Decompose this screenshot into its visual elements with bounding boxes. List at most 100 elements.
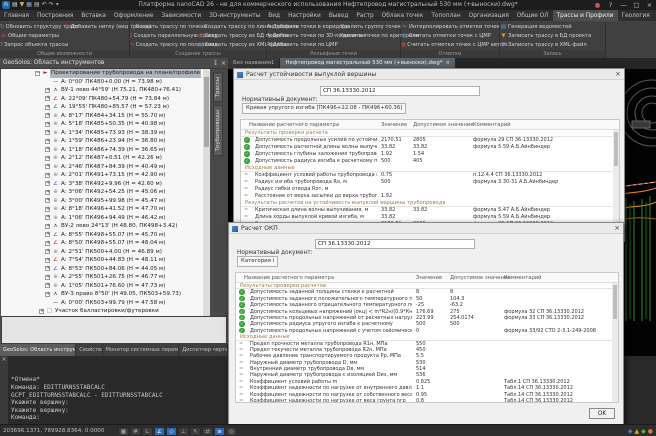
- table-scrollbar[interactable]: [612, 283, 618, 402]
- ribbon-button[interactable]: ✎Создать трассу по полилинии: [130, 41, 199, 50]
- palette-side-tab[interactable]: Трубопроводы: [213, 105, 223, 156]
- tree-expander[interactable]: +: [45, 292, 50, 297]
- tree-expander[interactable]: +: [45, 283, 50, 288]
- ribbon-button[interactable]: ✎Создать трассу по точкам: [130, 23, 199, 32]
- tree-expander[interactable]: +: [45, 96, 50, 101]
- tree-item[interactable]: +∠А: 8°55' ПК498+55.07 (Н = 45.70 м): [1, 231, 203, 240]
- ribbon-button[interactable]: ↻Обновить структуру трасс: [0, 23, 65, 32]
- tree-item[interactable]: +∧ВУ-1 лево 44°59' (Н 75.21, ПК480+76.41…: [1, 86, 203, 95]
- tree-expander[interactable]: +: [45, 88, 50, 93]
- tree-item[interactable]: +⊕А: 1°59' ПК486+23.94 (Н = 36.80 м): [1, 137, 203, 146]
- palette-tab[interactable]: GeoSolos: Область инструментов: [0, 344, 76, 356]
- tree-expander[interactable]: +: [45, 122, 50, 127]
- shield-icon[interactable]: ◆: [641, 427, 646, 436]
- nanocad-logo[interactable]: n: [2, 1, 10, 9]
- ribbon-tab[interactable]: Общие ОЛ: [513, 10, 553, 21]
- tree-expander[interactable]: +: [39, 309, 44, 314]
- tree-expander[interactable]: +: [45, 266, 50, 271]
- ok-button[interactable]: OK: [589, 408, 615, 419]
- tree-expander[interactable]: +: [45, 207, 50, 212]
- ribbon-tab[interactable]: Зависимости: [157, 10, 205, 21]
- ribbon-tab[interactable]: Настройки: [284, 10, 325, 21]
- tree-item[interactable]: +∠А: 7°54' ПК500+44.83 (Н = 48.11 м): [1, 256, 203, 265]
- ribbon-tab[interactable]: Оформление: [110, 10, 158, 21]
- tree-item[interactable]: +∠А: 8°53' ПК500+84.06 (Н = 44.05 м): [1, 265, 203, 274]
- otrack-toggle[interactable]: ⊥: [178, 427, 189, 436]
- tool-palette-header[interactable]: GeoSolos: Область инструментов ↧ ×: [0, 58, 228, 69]
- tree-expander[interactable]: +: [45, 139, 50, 144]
- tree-item[interactable]: +∠А: 19°55' ПК480+85.57 (Н = 57.23 м): [1, 103, 203, 112]
- minimize-button[interactable]: —: [617, 0, 630, 10]
- tree-scrollbar-thumb[interactable]: [204, 77, 209, 147]
- snap-toggle[interactable]: #: [130, 427, 141, 436]
- tree-expander[interactable]: +: [45, 173, 50, 178]
- tree-item[interactable]: +∠А: 3°38' ПК492+9.96 (Н = 42.60 м): [1, 180, 203, 189]
- tree-item[interactable]: +⊕А: 8°17' ПК484+34.15 (Н = 55.70 м): [1, 112, 203, 121]
- tree-expander[interactable]: +: [45, 258, 50, 263]
- ribbon-button[interactable]: ▤Генерация ведомостей: [500, 23, 605, 32]
- notification-icon[interactable]: ●: [591, 0, 604, 10]
- table-scrollbar[interactable]: [613, 130, 619, 236]
- tree-scrollbar[interactable]: [203, 69, 210, 316]
- tree-item[interactable]: +⊕А: 2°55' ПК501+26.75 (Н = 46.77 м): [1, 273, 203, 282]
- tree-expander[interactable]: +: [45, 164, 50, 169]
- ribbon-button[interactable]: ×Удалить точки по критериям: [334, 32, 401, 41]
- ribbon-tab[interactable]: Вывод: [325, 10, 353, 21]
- ribbon-tab[interactable]: Организация: [465, 10, 513, 21]
- palette-tab[interactable]: Диспетчер чертежа: [179, 344, 228, 356]
- tree-expander[interactable]: +: [45, 156, 50, 161]
- norm-doc-field[interactable]: [315, 239, 475, 249]
- ribbon-tab[interactable]: Построения: [33, 10, 77, 21]
- dialog-stability-titlebar[interactable]: Расчет устойчивости выпуклой вершины ×: [234, 69, 624, 80]
- ribbon-button[interactable]: ≡Общие параметры: [0, 32, 65, 41]
- tree-item[interactable]: +⊕А: 2°46' ПК487+84.39 (Н = 40.49 м): [1, 163, 203, 172]
- ribbon-button[interactable]: ▦Считать отметки точек с ЦМР: [401, 32, 500, 41]
- ribbon-tab[interactable]: Вид: [264, 10, 284, 21]
- tree-expander[interactable]: +: [45, 147, 50, 152]
- update-icon[interactable]: ●: [648, 427, 653, 436]
- warning-icon[interactable]: ▲: [635, 427, 640, 436]
- curve-segment-button[interactable]: Кривая упругого изгиба [ПК496+22.08 - ПК…: [242, 103, 406, 114]
- tree-expander[interactable]: +: [45, 224, 50, 229]
- ribbon-tab[interactable]: Главная: [0, 10, 33, 21]
- tree-item[interactable]: —А: 0°00' ПК480+0.00 (Н = 73.98 м): [1, 78, 203, 87]
- ortho-toggle[interactable]: ∟: [142, 427, 153, 436]
- ribbon-button[interactable]: ✎Добавить точки по ЦМР: [267, 41, 334, 50]
- polar-toggle[interactable]: ∠: [154, 427, 165, 436]
- tree-expander[interactable]: +: [45, 241, 50, 246]
- qat-dropdown-icon[interactable]: ▾: [56, 0, 59, 10]
- close-icon[interactable]: ×: [614, 223, 620, 234]
- command-line-close-strip[interactable]: ×: [0, 356, 8, 424]
- tree-item[interactable]: +□Участок балластировки/футеровки: [1, 307, 203, 316]
- ribbon-button[interactable]: ▤Создать трассу из XML-файла: [199, 41, 268, 50]
- tree-expander[interactable]: +: [45, 198, 50, 203]
- ribbon-tab[interactable]: Растр: [352, 10, 377, 21]
- tree-item[interactable]: +⊕А: 1°06' ПК496+94.49 (Н = 46.42 м): [1, 214, 203, 223]
- ribbon-button[interactable]: ✎Добавить точки по 3D-полилинии: [267, 32, 334, 41]
- tree-item[interactable]: +⊕А: 5°18' ПК485+50.35 (Н = 40.98 м): [1, 120, 203, 129]
- grid-toggle[interactable]: ▦: [118, 427, 129, 436]
- ucs-toggle[interactable]: ↖: [190, 427, 201, 436]
- tree-item[interactable]: +∧ВУ-2 лево 24°13' (Н 48.80, ПК498+3.42): [1, 222, 203, 231]
- ribbon-button[interactable]: ✎Добавить точки в коридоре: [267, 23, 334, 32]
- ribbon-tab[interactable]: Топоплан: [427, 10, 464, 21]
- close-icon[interactable]: ×: [615, 69, 621, 80]
- tree-item[interactable]: +⊕А: 3°00' ПК495+99.98 (Н = 45.47 м): [1, 197, 203, 206]
- tree-expander[interactable]: +: [45, 232, 50, 237]
- tree-item[interactable]: +⊕А: 1°05' ПК501+76.60 (Н = 47.73 м): [1, 282, 203, 291]
- close-icon[interactable]: ×: [445, 60, 450, 66]
- ribbon-button[interactable]: MДобавить нитку (вид трассы): [65, 23, 130, 32]
- tree-item[interactable]: +⊕А: 1°34' ПК485+73.93 (Н = 38.39 м): [1, 129, 203, 138]
- table-scrollbar-thumb[interactable]: [614, 132, 618, 166]
- ribbon-button[interactable]: ∥Создать параллельную трассу: [130, 32, 199, 41]
- selection-cycle-toggle[interactable]: ◎: [226, 427, 237, 436]
- ribbon-button[interactable]: ×Удалить группу точек: [334, 23, 401, 32]
- maximize-button[interactable]: □: [630, 0, 643, 10]
- tree-item[interactable]: +∧ВУ-3 право 8°50' (Н 49.05, ПК503+59.73…: [1, 290, 203, 299]
- pin-icon[interactable]: ↧: [213, 58, 218, 69]
- tree-item[interactable]: +∠А: 22°09' ПК480+54.79 (Н = 73.84 м): [1, 95, 203, 104]
- tree-expander[interactable]: +: [45, 249, 50, 254]
- tree-expander[interactable]: −: [35, 71, 40, 76]
- ribbon-button[interactable]: ▼Записать трассу в БД проекта: [500, 32, 605, 41]
- ribbon-tab[interactable]: 3D-инструменты: [205, 10, 264, 21]
